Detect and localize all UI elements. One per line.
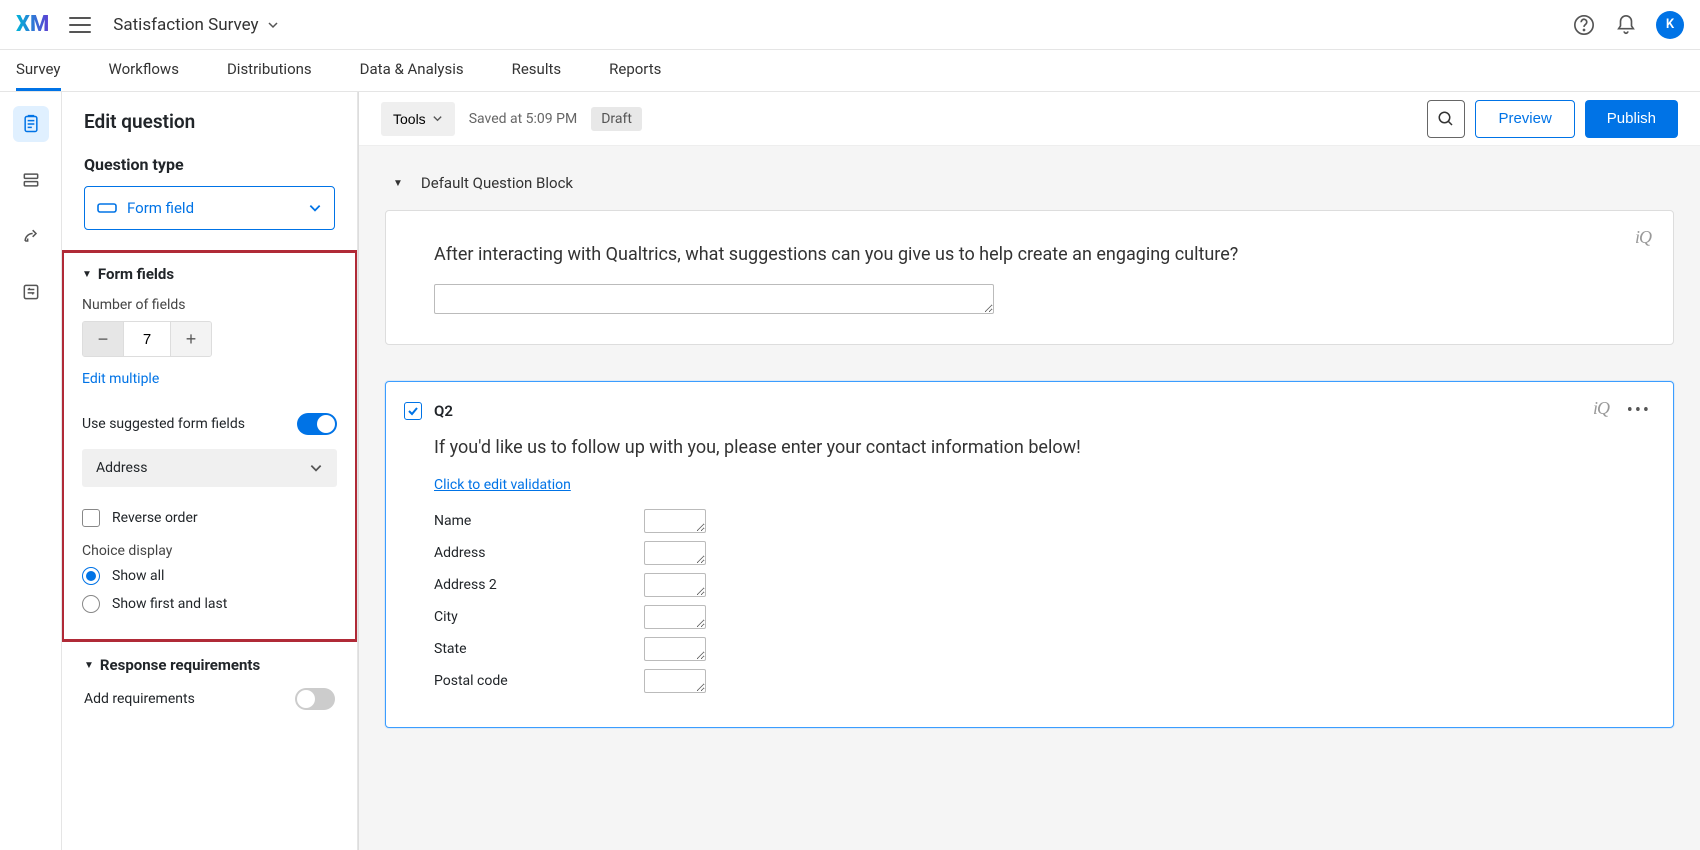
q1-response-input[interactable] — [434, 284, 994, 314]
field-label[interactable]: City — [434, 609, 644, 625]
form-row: Name — [434, 509, 1625, 533]
form-field-icon — [97, 201, 117, 215]
form-fields-section-header[interactable]: ▼ Form fields — [82, 265, 337, 283]
more-icon[interactable]: ••• — [1627, 400, 1651, 421]
choice-display-label: Choice display — [82, 543, 337, 559]
question-type-label: Question type — [84, 155, 335, 174]
field-input[interactable] — [644, 509, 706, 533]
question-card-q1[interactable]: iQ After interacting with Qualtrics, wha… — [385, 210, 1674, 345]
form-fields-highlight: ▼ Form fields Number of fields − + Edit … — [62, 250, 358, 642]
draft-badge: Draft — [591, 107, 642, 131]
saved-timestamp: Saved at 5:09 PM — [469, 111, 578, 127]
tab-workflows[interactable]: Workflows — [109, 50, 179, 91]
rail-options-icon[interactable] — [13, 274, 49, 310]
iq-badge: iQ — [1635, 227, 1651, 248]
tab-data-analysis[interactable]: Data & Analysis — [360, 50, 464, 91]
response-req-title: Response requirements — [100, 656, 260, 674]
avatar[interactable]: K — [1656, 11, 1684, 39]
question-card-q2[interactable]: Q2 iQ ••• If you'd like us to follow up … — [385, 381, 1674, 728]
form-row: Address — [434, 541, 1625, 565]
survey-title-text: Satisfaction Survey — [113, 15, 258, 35]
canvas: Tools Saved at 5:09 PM Draft Preview Pub… — [359, 92, 1700, 850]
block-title: Default Question Block — [421, 174, 573, 192]
field-input[interactable] — [644, 573, 706, 597]
suggested-dropdown[interactable]: Address — [82, 449, 337, 487]
chevron-down-icon — [432, 113, 443, 124]
field-input[interactable] — [644, 637, 706, 661]
nav-tabs: Survey Workflows Distributions Data & An… — [0, 50, 1700, 92]
publish-button[interactable]: Publish — [1585, 100, 1678, 138]
radio-icon — [82, 595, 100, 613]
reverse-order-checkbox[interactable]: Reverse order — [82, 509, 337, 527]
tools-label: Tools — [393, 111, 426, 127]
radio-show-all-label: Show all — [112, 568, 164, 584]
field-label[interactable]: Name — [434, 513, 644, 529]
sidebar-title: Edit question — [84, 110, 335, 133]
caret-down-icon: ▼ — [84, 660, 94, 671]
form-row: State — [434, 637, 1625, 661]
add-requirements-label: Add requirements — [84, 691, 195, 707]
checkbox-icon — [82, 509, 100, 527]
num-fields-label: Number of fields — [82, 297, 337, 313]
response-req-section-header[interactable]: ▼ Response requirements — [84, 656, 335, 674]
field-label[interactable]: Address — [434, 545, 644, 561]
radio-show-first-last[interactable]: Show first and last — [82, 595, 337, 613]
question-type-value: Form field — [127, 199, 194, 217]
q1-text[interactable]: After interacting with Qualtrics, what s… — [434, 241, 1625, 268]
chevron-down-icon — [267, 19, 279, 31]
iq-badge: iQ — [1593, 398, 1609, 419]
tab-distributions[interactable]: Distributions — [227, 50, 312, 91]
q2-text[interactable]: If you'd like us to follow up with you, … — [434, 434, 1625, 461]
validation-link[interactable]: Click to edit validation — [434, 477, 571, 493]
reverse-order-label: Reverse order — [112, 510, 198, 526]
edit-multiple-link[interactable]: Edit multiple — [82, 371, 159, 387]
help-icon[interactable] — [1572, 13, 1596, 37]
search-icon — [1437, 110, 1455, 128]
block-collapse-icon[interactable]: ▼ — [393, 178, 403, 189]
preview-button[interactable]: Preview — [1475, 100, 1574, 138]
rail-flow-icon[interactable] — [13, 162, 49, 198]
menu-icon[interactable] — [69, 17, 91, 33]
radio-show-all[interactable]: Show all — [82, 567, 337, 585]
rail-look-icon[interactable] — [13, 218, 49, 254]
tab-reports[interactable]: Reports — [609, 50, 661, 91]
caret-down-icon: ▼ — [82, 269, 92, 280]
survey-title-dropdown[interactable]: Satisfaction Survey — [113, 15, 278, 35]
chevron-down-icon — [308, 201, 322, 215]
suggested-dropdown-value: Address — [96, 460, 147, 476]
form-fields-section-title: Form fields — [98, 265, 174, 283]
num-fields-stepper: − + — [82, 321, 212, 357]
add-requirements-toggle[interactable] — [295, 688, 335, 710]
form-row: Postal code — [434, 669, 1625, 693]
tools-button[interactable]: Tools — [381, 102, 455, 136]
field-input[interactable] — [644, 605, 706, 629]
field-label[interactable]: Address 2 — [434, 577, 644, 593]
logo: XM — [16, 12, 49, 37]
field-input[interactable] — [644, 541, 706, 565]
rail-builder-icon[interactable] — [13, 106, 49, 142]
stepper-increment[interactable]: + — [171, 322, 211, 356]
stepper-value[interactable] — [123, 322, 171, 356]
field-label[interactable]: State — [434, 641, 644, 657]
icon-rail — [0, 92, 62, 850]
tab-survey[interactable]: Survey — [16, 50, 61, 91]
notifications-icon[interactable] — [1614, 13, 1638, 37]
stepper-decrement[interactable]: − — [83, 322, 123, 356]
field-input[interactable] — [644, 669, 706, 693]
suggested-fields-label: Use suggested form fields — [82, 416, 245, 432]
edit-sidebar: Edit question Question type Form field ▼… — [62, 92, 358, 850]
form-row: City — [434, 605, 1625, 629]
q2-id-label: Q2 — [434, 402, 453, 420]
form-row: Address 2 — [434, 573, 1625, 597]
tab-results[interactable]: Results — [512, 50, 562, 91]
radio-show-first-last-label: Show first and last — [112, 596, 227, 612]
search-button[interactable] — [1427, 100, 1465, 138]
suggested-fields-toggle[interactable] — [297, 413, 337, 435]
chevron-down-icon — [309, 461, 323, 475]
radio-icon — [82, 567, 100, 585]
q2-selected-checkbox[interactable] — [404, 402, 422, 420]
field-label[interactable]: Postal code — [434, 673, 644, 689]
question-type-select[interactable]: Form field — [84, 186, 335, 230]
